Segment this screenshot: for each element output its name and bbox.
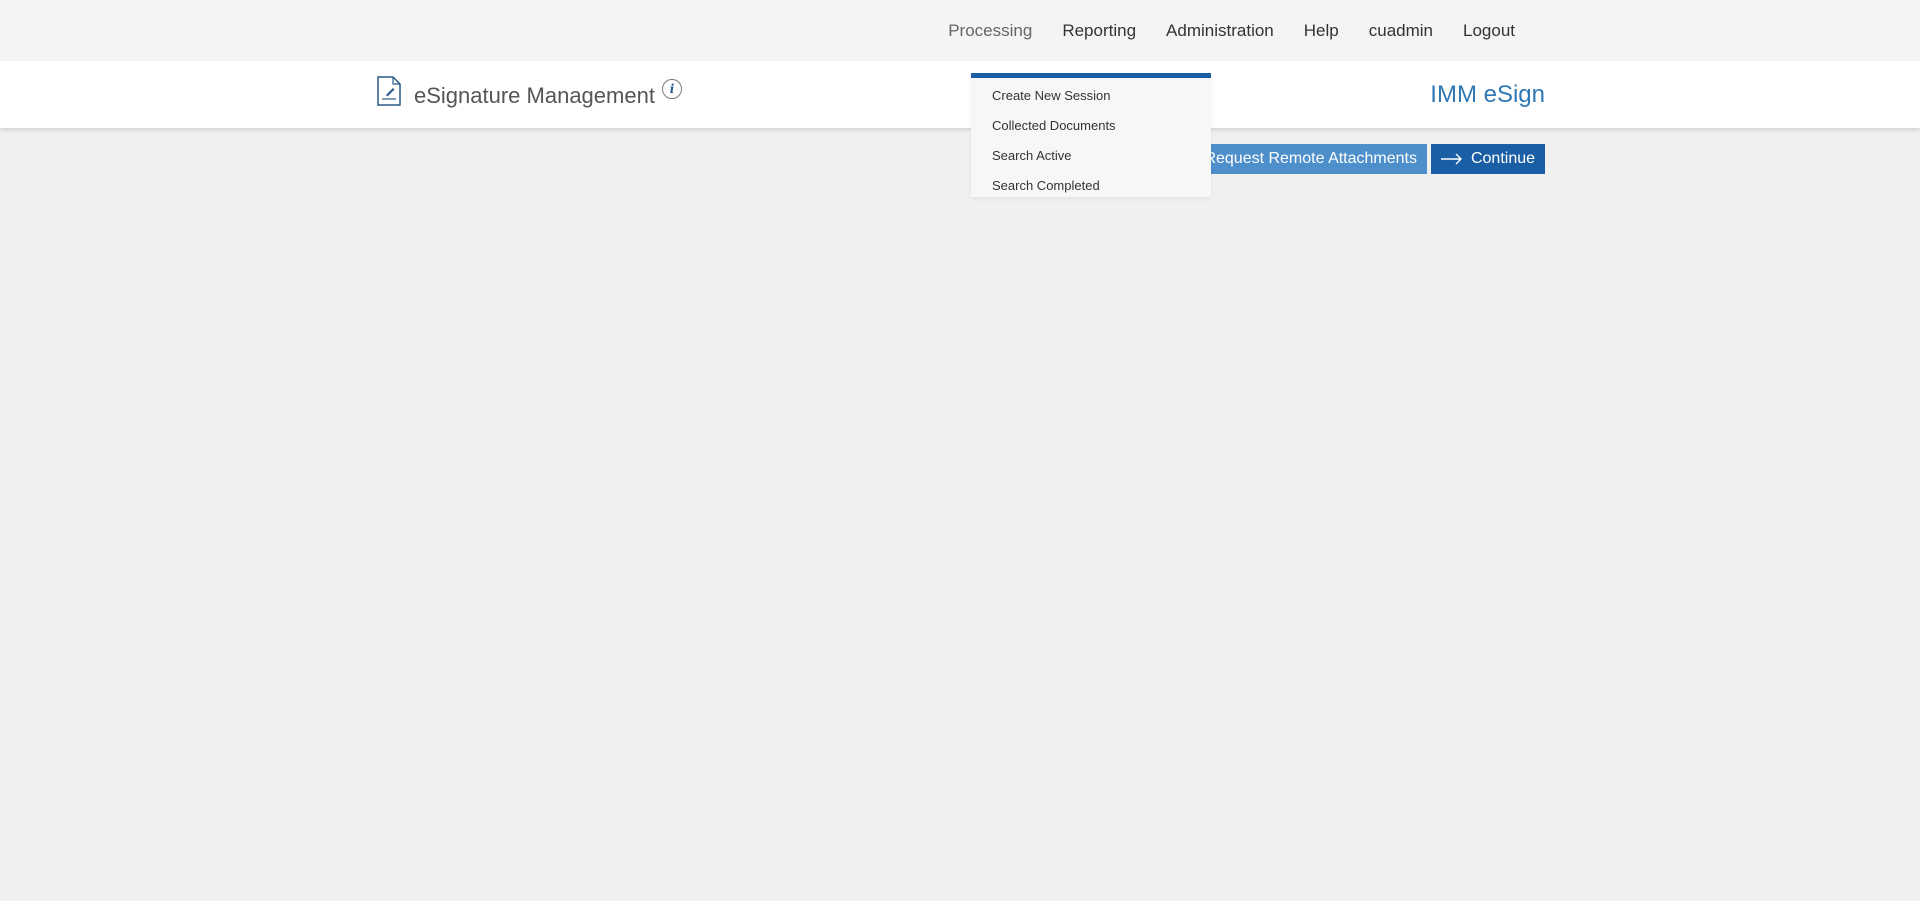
brand-label: IMM eSign bbox=[1430, 81, 1545, 108]
info-icon[interactable]: i bbox=[662, 79, 682, 99]
document-signature-icon bbox=[377, 76, 401, 106]
menu-item-collected-documents[interactable]: Collected Documents bbox=[971, 114, 1211, 144]
nav-item-processing[interactable]: Processing bbox=[933, 21, 1047, 41]
page-header: eSignature Management i IMM eSign bbox=[0, 61, 1920, 128]
nav-item-user[interactable]: cuadmin bbox=[1354, 21, 1448, 41]
nav-item-help[interactable]: Help bbox=[1289, 21, 1354, 41]
action-bar: Request Remote Attachments Continue bbox=[0, 144, 1920, 174]
continue-button-label: Continue bbox=[1470, 150, 1536, 167]
menu-item-create-new-session[interactable]: Create New Session bbox=[971, 84, 1211, 114]
page-title: eSignature Management bbox=[414, 83, 655, 108]
top-navigation-bar: Processing Reporting Administration Help… bbox=[0, 0, 1920, 61]
menu-item-search-active[interactable]: Search Active bbox=[971, 144, 1211, 174]
nav-item-administration[interactable]: Administration bbox=[1151, 21, 1289, 41]
request-remote-attachments-button[interactable]: Request Remote Attachments bbox=[1187, 144, 1427, 174]
arrow-right-icon bbox=[1440, 144, 1463, 174]
processing-dropdown-menu: Create New Session Collected Documents S… bbox=[971, 73, 1211, 197]
menu-item-search-completed[interactable]: Search Completed bbox=[971, 174, 1211, 204]
top-navigation-menu: Processing Reporting Administration Help… bbox=[933, 0, 1530, 61]
nav-item-reporting[interactable]: Reporting bbox=[1047, 21, 1151, 41]
continue-button[interactable]: Continue bbox=[1431, 144, 1545, 174]
nav-item-logout[interactable]: Logout bbox=[1448, 21, 1530, 41]
